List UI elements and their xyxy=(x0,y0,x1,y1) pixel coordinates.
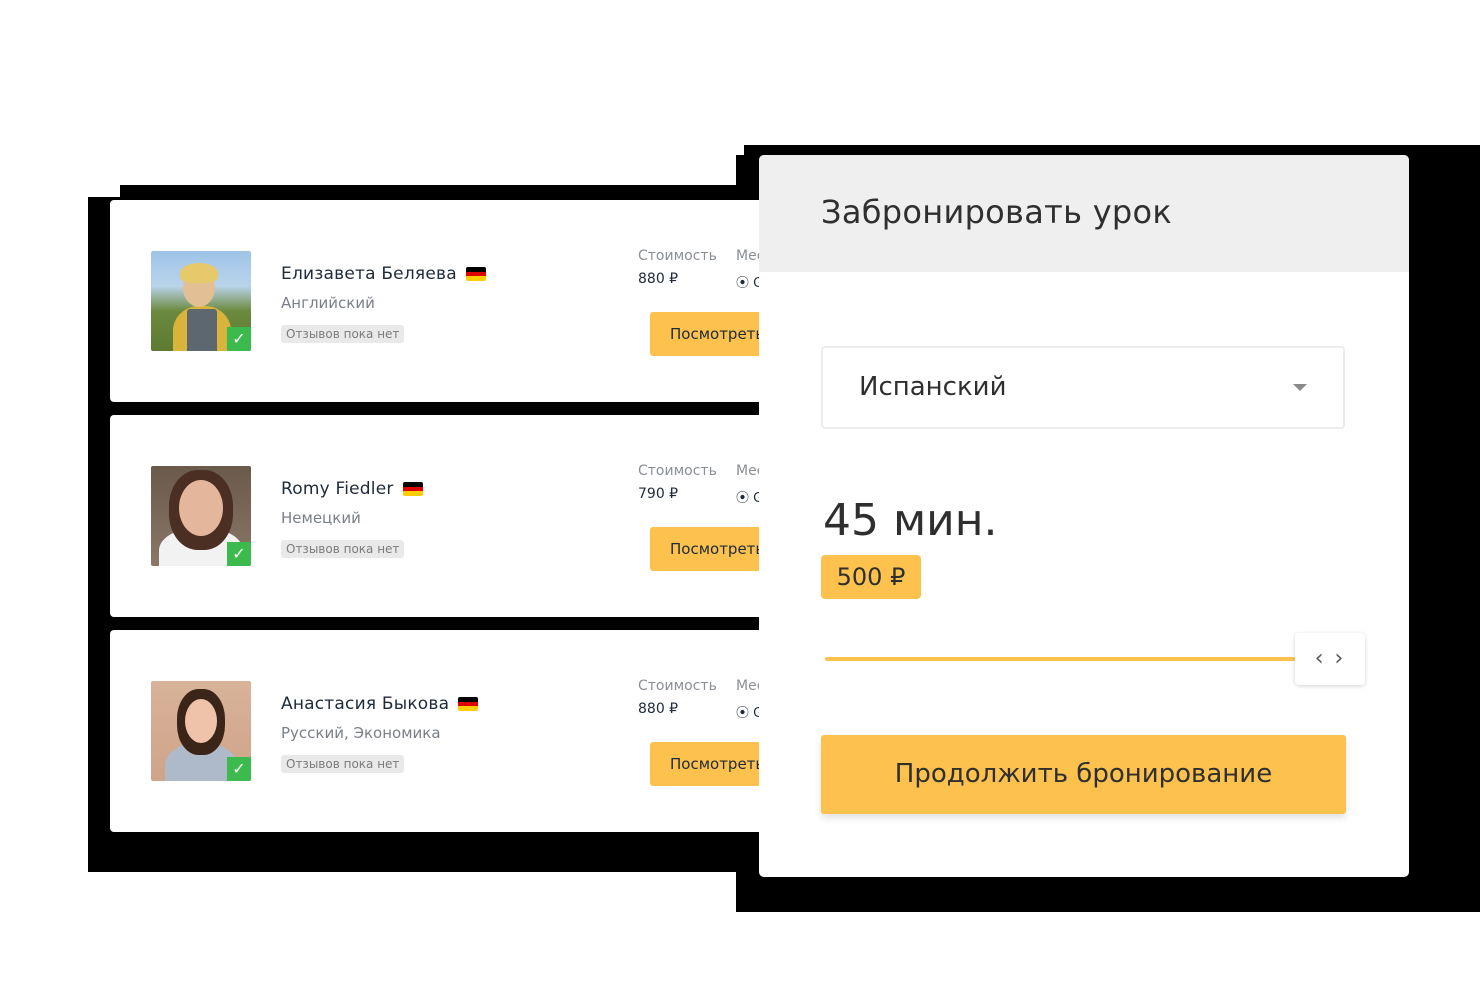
tutor-card[interactable]: ✓ Romy Fiedler Немецкий Отзывов пока нет… xyxy=(110,415,770,617)
tutor-name[interactable]: Анастасия Быкова xyxy=(281,694,449,714)
tutor-subject: Немецкий xyxy=(281,509,361,527)
tutor-card[interactable]: ✓ Елизавета Беляева Английский Отзывов п… xyxy=(110,200,770,402)
price-value: 880 ₽ xyxy=(638,701,679,717)
germany-flag-icon xyxy=(402,482,423,496)
reviews-badge: Отзывов пока нет xyxy=(281,540,405,558)
price-value: 790 ₽ xyxy=(638,486,679,502)
view-profile-button[interactable]: Посмотреть xyxy=(650,742,770,786)
price-label: Стоимость xyxy=(638,248,717,264)
price-label: Стоимость xyxy=(638,678,717,694)
language-select[interactable]: Испанский xyxy=(821,346,1345,429)
booking-panel: Забронировать урок Испанский 45 мин. 500… xyxy=(759,155,1409,877)
lesson-price-badge: 500 ₽ xyxy=(821,555,921,599)
verified-check-icon: ✓ xyxy=(227,327,251,351)
verified-check-icon: ✓ xyxy=(227,542,251,566)
continue-booking-button[interactable]: Продолжить бронирование xyxy=(821,735,1346,814)
panel-title: Забронировать урок xyxy=(821,193,1173,231)
tutor-subject: Английский xyxy=(281,294,375,312)
tutor-card[interactable]: ✓ Анастасия Быкова Русский, Экономика От… xyxy=(110,630,770,832)
language-select-value: Испанский xyxy=(859,372,1007,402)
tutor-list: ✓ Елизавета Беляева Английский Отзывов п… xyxy=(110,200,770,832)
avatar[interactable]: ✓ xyxy=(151,466,251,566)
reviews-badge: Отзывов пока нет xyxy=(281,325,405,343)
slider-handle-arrows-icon[interactable]: ‹ › xyxy=(1295,633,1365,685)
tutor-name[interactable]: Romy Fiedler xyxy=(281,479,394,499)
chevron-down-icon xyxy=(1293,384,1307,391)
tutor-name[interactable]: Елизавета Беляева xyxy=(281,264,457,284)
lesson-duration: 45 мин. xyxy=(823,495,998,546)
view-profile-button[interactable]: Посмотреть xyxy=(650,527,770,571)
avatar[interactable]: ✓ xyxy=(151,681,251,781)
duration-slider-track[interactable] xyxy=(825,657,1295,661)
verified-check-icon: ✓ xyxy=(227,757,251,781)
view-profile-button[interactable]: Посмотреть xyxy=(650,312,770,356)
avatar[interactable]: ✓ xyxy=(151,251,251,351)
germany-flag-icon xyxy=(458,697,479,711)
reviews-badge: Отзывов пока нет xyxy=(281,755,405,773)
price-label: Стоимость xyxy=(638,463,717,479)
tutor-subject: Русский, Экономика xyxy=(281,724,441,742)
price-value: 880 ₽ xyxy=(638,271,679,287)
germany-flag-icon xyxy=(465,267,486,281)
